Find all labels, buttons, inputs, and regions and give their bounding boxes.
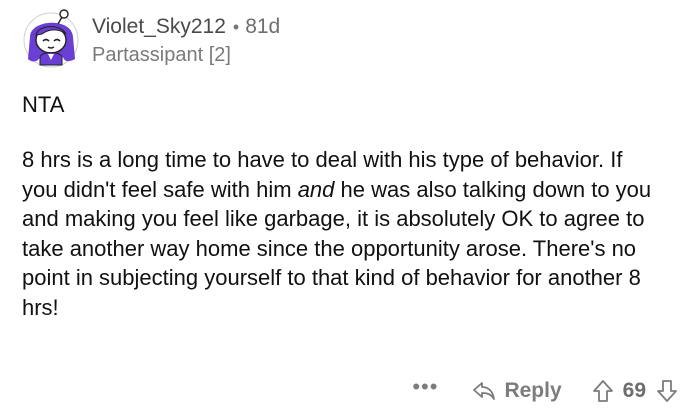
- comment-body: 8 hrs is a long time to have to deal wit…: [22, 145, 662, 322]
- comment-age: 81d: [245, 15, 281, 38]
- reply-arrow-icon: [473, 382, 496, 400]
- user-flair: Partassipant [2]: [92, 44, 231, 66]
- arrow-down-outline-icon: [657, 380, 677, 402]
- more-options-button[interactable]: •••: [412, 376, 438, 398]
- author-username[interactable]: Violet_Sky212: [92, 14, 226, 40]
- upvote-button[interactable]: [592, 379, 614, 403]
- comment-verdict: NTA: [22, 92, 65, 117]
- comment-card: Violet_Sky212 • 81d Partassipant [2] NTA…: [0, 0, 700, 413]
- vote-score: 69: [622, 379, 646, 402]
- comment-meta: Violet_Sky212 • 81d Partassipant [2]: [92, 14, 280, 67]
- comment-header: Violet_Sky212 • 81d Partassipant [2]: [20, 4, 680, 74]
- separator-dot: •: [232, 17, 240, 37]
- user-avatar[interactable]: [20, 7, 82, 69]
- body-emphasis: and: [297, 176, 335, 202]
- comment-actions: ••• Reply 69: [412, 374, 678, 408]
- reply-label: Reply: [504, 379, 562, 402]
- comment-paragraph: 8 hrs is a long time to have to deal wit…: [22, 145, 662, 322]
- reply-button[interactable]: Reply: [472, 379, 562, 403]
- arrow-up-outline-icon: [592, 380, 613, 402]
- vote-controls: 69: [592, 379, 678, 403]
- downvote-button[interactable]: [656, 379, 678, 403]
- author-row: Violet_Sky212 • 81d: [92, 14, 280, 40]
- snoo-avatar-icon: [23, 9, 79, 68]
